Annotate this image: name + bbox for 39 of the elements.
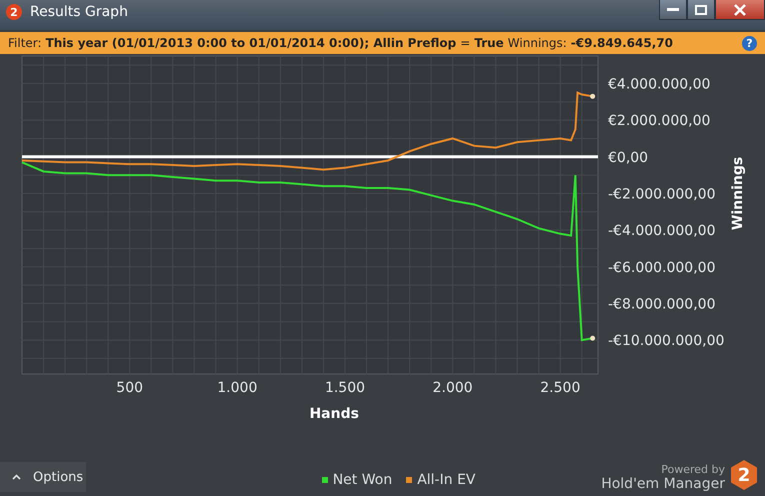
filter-label: Filter: — [8, 36, 42, 50]
minimize-icon — [667, 8, 679, 12]
x-axis-title: Hands — [309, 406, 359, 422]
filter-value: True — [474, 36, 504, 50]
close-icon — [734, 4, 746, 16]
y-tick-label: €4.000.000,00 — [608, 76, 710, 92]
close-button[interactable] — [715, 0, 765, 20]
app-logo-icon: 2 — [6, 4, 22, 20]
legend-label: Net Won — [332, 472, 392, 488]
winnings-value: -€9.849.645,70 — [570, 36, 673, 50]
y-tick-label: -€4.000.000,00 — [608, 223, 716, 240]
x-tick-label: 2.000 — [432, 380, 473, 396]
x-tick-label: 500 — [116, 380, 144, 396]
x-tick-label: 1.500 — [324, 380, 366, 396]
options-button[interactable]: Options — [0, 462, 86, 492]
y-tick-label: €0,00 — [608, 150, 648, 166]
y-tick-label: -€6.000.000,00 — [608, 260, 716, 276]
legend-label: All-In EV — [417, 472, 476, 488]
window-title: Results Graph — [30, 4, 129, 20]
y-tick-label: -€8.000.000,00 — [608, 296, 716, 312]
brand-name: Hold'em Manager — [601, 476, 725, 492]
maximize-icon — [695, 4, 707, 14]
end-point-marker — [590, 336, 596, 341]
chevron-up-icon — [12, 474, 21, 480]
y-tick-label: -€10.000.000,00 — [608, 333, 724, 350]
end-point-marker — [590, 94, 596, 99]
y-tick-label: €2.000.000,00 — [608, 113, 710, 130]
winnings-label: Winnings: — [508, 36, 567, 50]
maximize-button[interactable] — [687, 0, 715, 20]
minimize-button[interactable] — [659, 0, 687, 20]
y-axis-title: Winnings — [730, 156, 746, 230]
x-tick-label: 1.000 — [217, 380, 258, 396]
brand-logo: 2 — [731, 460, 757, 490]
x-tick-label: 2.500 — [540, 380, 580, 396]
powered-by-text: Powered by — [661, 463, 725, 476]
filter-operator: = — [460, 36, 470, 50]
filter-text: This year (01/01/2013 0:00 to 01/01/2014 0:00); Allin Preflop — [46, 36, 456, 50]
y-tick-label: -€2.000.000,00 — [608, 186, 716, 202]
help-icon[interactable]: ? — [742, 36, 757, 50]
